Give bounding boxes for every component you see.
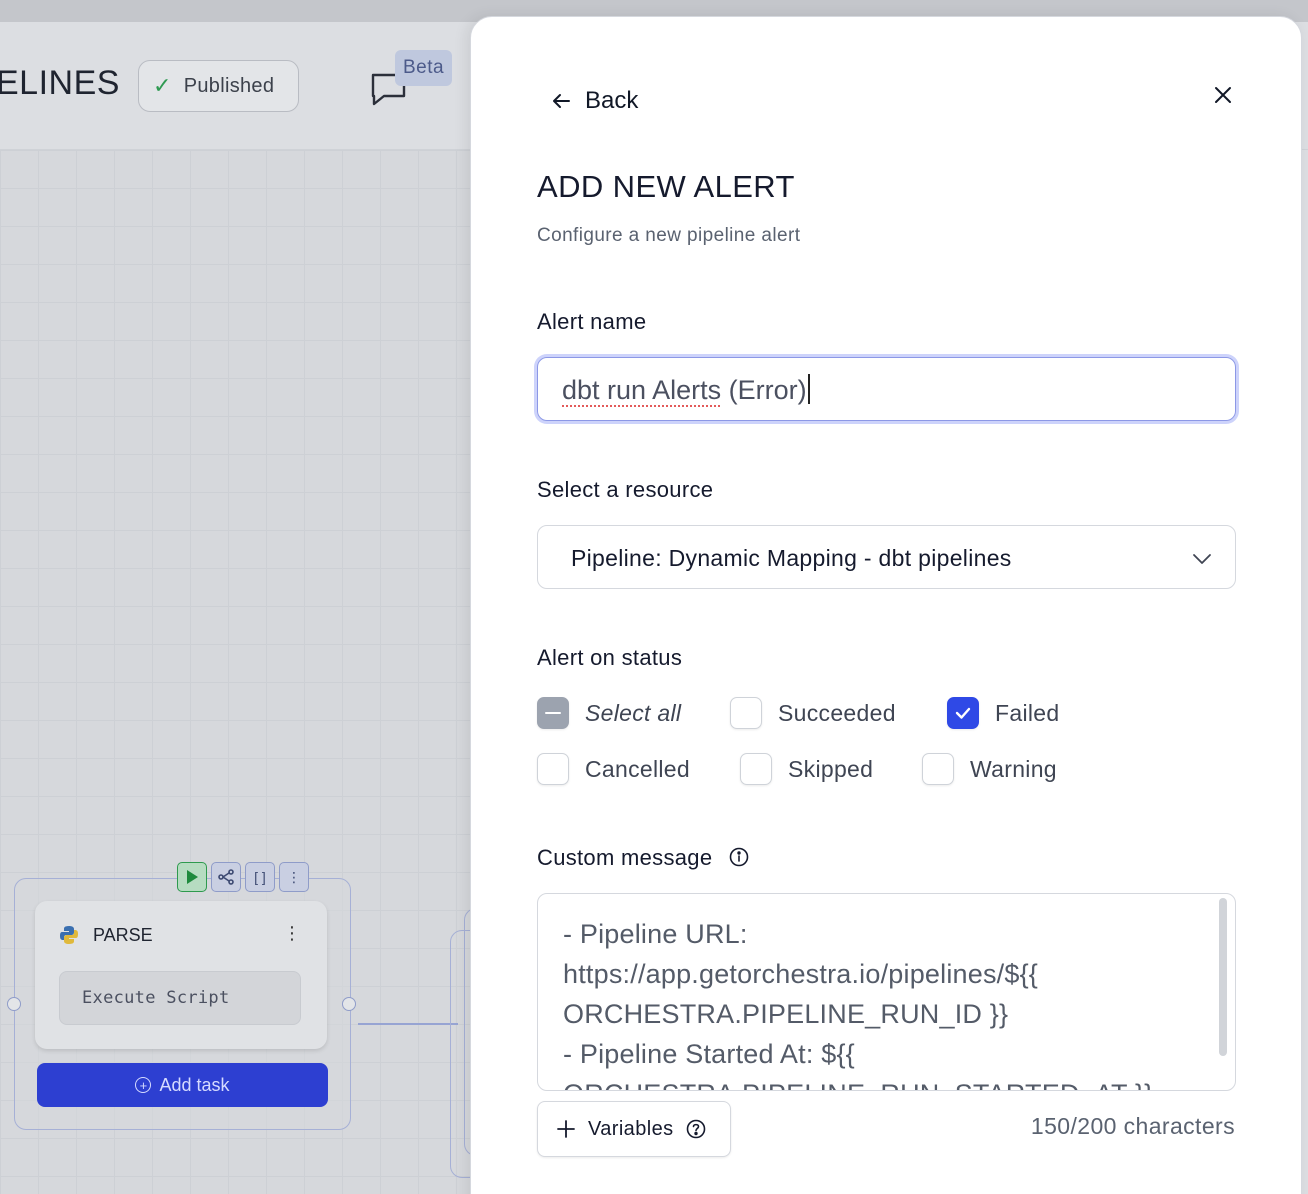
variables-button[interactable]: Variables <box>537 1101 731 1157</box>
chevron-down-icon <box>1193 554 1211 564</box>
alert-name-value-rest: (Error) <box>721 375 807 405</box>
plus-circle-icon: + <box>135 1077 152 1093</box>
run-icon[interactable] <box>177 862 207 892</box>
beta-badge: Beta <box>395 50 452 86</box>
alert-name-label: Alert name <box>537 309 647 334</box>
task-group-toolbar: [ ] ⋮ <box>177 862 309 892</box>
custom-message-label: Custom message <box>537 845 713 870</box>
option-label: Failed <box>995 699 1060 726</box>
checkbox-select-all[interactable] <box>537 697 569 729</box>
task-card[interactable]: PARSE ⋮ Execute Script <box>35 901 327 1049</box>
task-group[interactable]: [ ] ⋮ PARSE ⋮ Execute Script + Add task <box>7 862 356 1130</box>
drawer-title: ADD NEW ALERT <box>537 169 795 204</box>
execute-script-chip[interactable]: Execute Script <box>59 971 301 1025</box>
info-icon[interactable] <box>729 847 749 867</box>
page-title: ELINES <box>0 64 120 102</box>
close-icon[interactable] <box>1211 83 1235 107</box>
textarea-scrollbar[interactable] <box>1219 898 1227 1056</box>
help-circle-icon <box>686 1119 705 1139</box>
add-task-label: Add task <box>159 1074 230 1095</box>
message-line: ORCHESTRA.PIPELINE_RUN_STARTED_AT }} <box>563 1074 1195 1090</box>
published-status-badge[interactable]: ✓ Published <box>138 60 299 112</box>
more-vertical-icon[interactable]: ⋮ <box>279 862 309 892</box>
add-alert-drawer: Back ADD NEW ALERT Configure a new pipel… <box>470 16 1302 1194</box>
alert-name-input[interactable]: dbt run Alerts (Error) <box>537 357 1236 421</box>
option-label: Warning <box>970 755 1057 782</box>
checkbox-failed[interactable] <box>947 697 979 729</box>
back-button[interactable]: Back <box>549 87 638 115</box>
status-label: Alert on status <box>537 645 683 670</box>
message-line: - Pipeline URL: <box>563 919 748 949</box>
back-label: Back <box>585 87 639 114</box>
status-option-succeeded[interactable]: Succeeded <box>730 697 896 729</box>
custom-message-textarea[interactable]: - Pipeline URL: https://app.getorchestra… <box>537 893 1236 1091</box>
custom-message-label-row: Custom message <box>537 845 749 871</box>
resource-label: Select a resource <box>537 477 714 502</box>
checkbox-succeeded[interactable] <box>730 697 762 729</box>
resource-selected-value: Pipeline: Dynamic Mapping - dbt pipeline… <box>571 545 1012 571</box>
option-label: Skipped <box>788 755 874 782</box>
arrow-left-icon <box>553 94 570 108</box>
alert-name-value-misspelled: dbt run Alerts <box>562 375 722 405</box>
resource-select[interactable]: Pipeline: Dynamic Mapping - dbt pipeline… <box>537 525 1236 589</box>
edge-line <box>358 1023 458 1025</box>
add-task-button[interactable]: + Add task <box>37 1063 328 1107</box>
plus-icon <box>557 1120 575 1138</box>
check-icon <box>955 707 971 719</box>
pipeline-canvas[interactable]: [ ] ⋮ PARSE ⋮ Execute Script + Add task <box>0 150 480 1194</box>
connector-out[interactable] <box>342 997 356 1011</box>
option-label: Select all <box>585 699 682 726</box>
character-count: 150/200 characters <box>1030 1113 1235 1139</box>
task-name: PARSE <box>93 925 153 945</box>
message-line: - Pipeline Started At: ${{ <box>563 1039 855 1069</box>
checkbox-cancelled[interactable] <box>537 753 569 785</box>
checkbox-skipped[interactable] <box>740 753 772 785</box>
brackets-icon[interactable]: [ ] <box>245 862 275 892</box>
message-line: ORCHESTRA.PIPELINE_RUN_ID }} <box>563 999 1009 1029</box>
status-option-select-all[interactable]: Select all <box>537 697 681 729</box>
python-icon <box>60 926 78 944</box>
task-menu-icon[interactable]: ⋮ <box>283 923 301 944</box>
drawer-subtitle: Configure a new pipeline alert <box>537 225 801 246</box>
variables-label: Variables <box>588 1117 674 1140</box>
status-option-warning[interactable]: Warning <box>922 753 1057 785</box>
message-line: https://app.getorchestra.io/pipelines/${… <box>563 959 1039 989</box>
check-icon: ✓ <box>153 73 172 98</box>
branch-icon[interactable] <box>211 862 241 892</box>
status-option-skipped[interactable]: Skipped <box>740 753 873 785</box>
option-label: Cancelled <box>585 755 690 782</box>
status-option-cancelled[interactable]: Cancelled <box>537 753 690 785</box>
connector-in[interactable] <box>7 997 21 1011</box>
option-label: Succeeded <box>778 699 896 726</box>
published-label: Published <box>183 74 275 97</box>
status-option-failed[interactable]: Failed <box>947 697 1059 729</box>
text-caret <box>807 374 810 404</box>
checkbox-warning[interactable] <box>922 753 954 785</box>
